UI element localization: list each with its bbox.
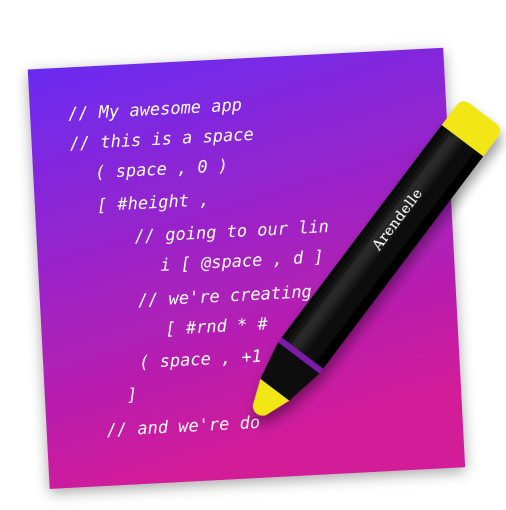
paper-sheet: // My awesome app // this is a space ( s…	[27, 47, 466, 489]
icon-canvas: // My awesome app // this is a space ( s…	[27, 47, 501, 489]
code-line: ]	[126, 385, 137, 406]
app-icon: // My awesome app // this is a space ( s…	[0, 0, 506, 505]
